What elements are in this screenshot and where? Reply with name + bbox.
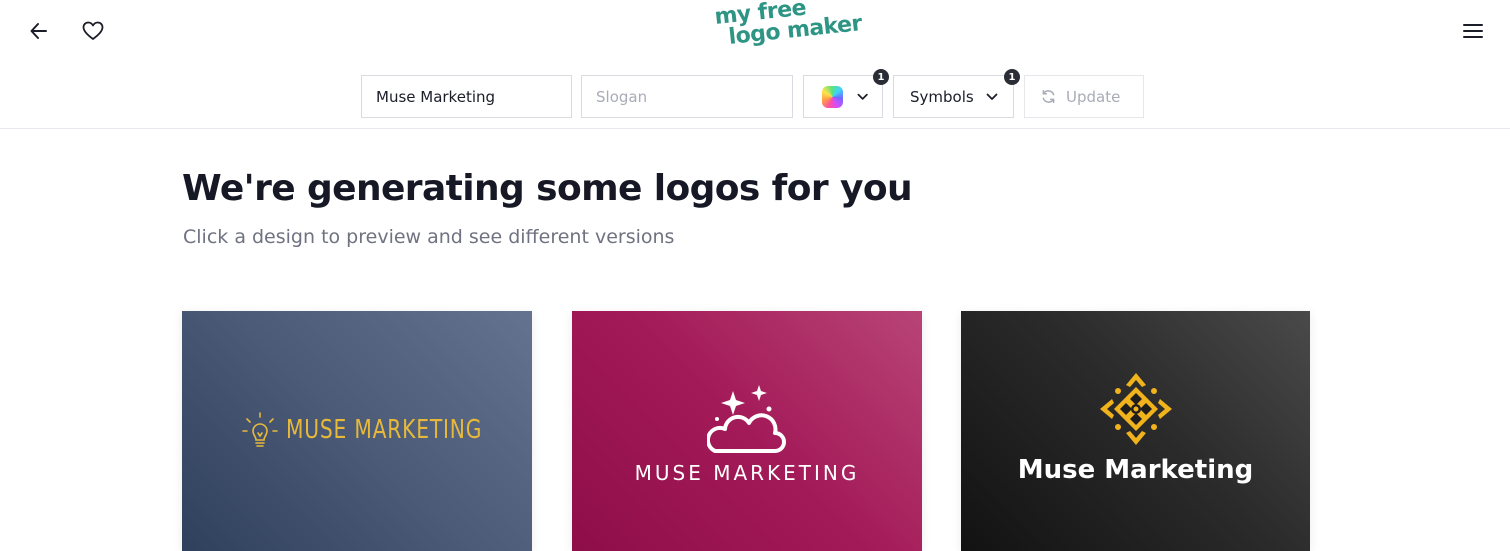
heart-icon <box>82 21 104 40</box>
slogan-placeholder: Slogan <box>596 87 648 106</box>
symbols-label: Symbols <box>910 87 974 106</box>
chevron-down-icon <box>857 93 868 100</box>
back-button[interactable] <box>25 17 53 45</box>
logo-3-text: Muse Marketing <box>1017 455 1254 485</box>
company-name-value: Muse Marketing <box>376 87 496 106</box>
favorites-button[interactable] <box>79 17 107 45</box>
ornament-icon <box>1100 373 1172 445</box>
logo-2-text: MUSE MARKETING <box>634 461 860 485</box>
logo-1-text: MUSE MARKETING <box>286 415 483 445</box>
editor-toolbar: Muse Marketing Slogan 1 Symbols 1 Update <box>0 62 1510 129</box>
refresh-icon <box>1042 89 1055 104</box>
hamburger-menu-icon <box>1463 24 1483 38</box>
cloud-sparkles-icon <box>707 385 786 453</box>
logo-1-lockup: MUSE MARKETING <box>242 411 532 449</box>
logo-card-2[interactable]: MUSE MARKETING <box>572 311 922 551</box>
symbols-dropdown[interactable]: Symbols <box>893 75 1014 118</box>
slogan-input[interactable]: Slogan <box>581 75 793 118</box>
logo-card-1[interactable]: MUSE MARKETING <box>182 311 532 551</box>
update-button[interactable]: Update <box>1024 75 1144 118</box>
page-title: We're generating some logos for you <box>182 168 913 209</box>
symbols-count-badge: 1 <box>1004 69 1020 85</box>
color-dropdown[interactable] <box>803 75 883 118</box>
lightbulb-icon <box>242 412 278 447</box>
page-subtitle: Click a design to preview and see differ… <box>183 226 675 248</box>
top-header: my free logo maker <box>0 0 1510 62</box>
update-label: Update <box>1066 87 1121 106</box>
menu-button[interactable] <box>1459 17 1487 45</box>
company-name-input[interactable]: Muse Marketing <box>361 75 572 118</box>
brand-logo[interactable]: my free logo maker <box>708 0 868 55</box>
color-palette-swatch-icon <box>822 85 843 108</box>
arrow-left-icon <box>30 23 47 39</box>
color-count-badge: 1 <box>873 69 889 85</box>
chevron-down-icon <box>986 93 998 100</box>
logo-card-3[interactable]: Muse Marketing <box>961 311 1310 551</box>
